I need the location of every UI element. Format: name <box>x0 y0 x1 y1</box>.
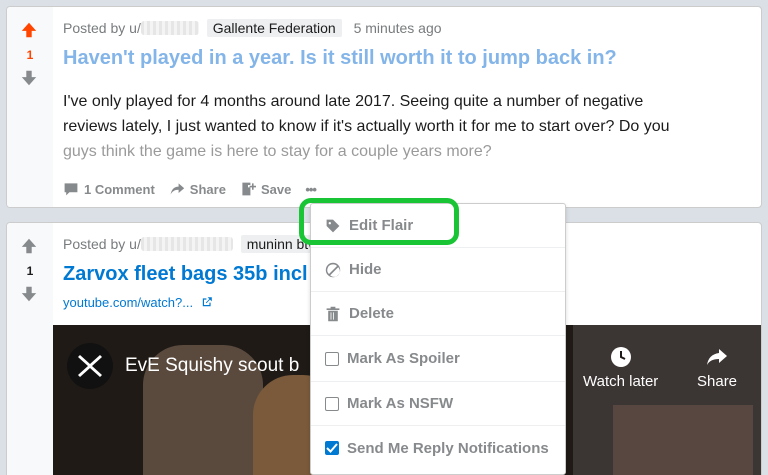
username-redacted <box>140 21 199 35</box>
post-meta: Posted by u/ Gallente Federation 5 minut… <box>63 19 442 37</box>
hide-icon <box>325 262 341 277</box>
post-time: 5 minutes ago <box>353 20 442 36</box>
highlight-box <box>299 198 459 245</box>
save-icon <box>242 182 256 196</box>
watch-later-button[interactable]: Watch later <box>583 345 658 390</box>
spoiler-checkbox[interactable] <box>325 351 339 366</box>
channel-logo[interactable] <box>67 343 113 389</box>
mark-spoiler-label: Mark As Spoiler <box>347 350 460 367</box>
share-label: Share <box>189 181 226 197</box>
comment-icon <box>64 183 78 196</box>
trash-icon <box>326 306 340 321</box>
checkmark-icon <box>326 443 338 453</box>
user-flair: Gallente Federation <box>206 19 342 37</box>
more-options-icon: ••• <box>305 181 317 197</box>
vote-column: 1 <box>7 223 53 475</box>
video-thumbnail-background <box>613 405 753 475</box>
external-link-icon <box>202 297 212 307</box>
save-label: Save <box>260 181 292 197</box>
hide-item[interactable]: Hide <box>311 248 565 292</box>
share-arrow-icon <box>707 349 728 365</box>
video-share-label: Share <box>697 373 738 390</box>
upvote-icon[interactable] <box>20 237 38 255</box>
share-button[interactable]: Share <box>169 181 226 197</box>
post-card[interactable]: 1 Posted by u/ Gallente Federation 5 min… <box>6 6 762 208</box>
mark-nsfw-label: Mark As NSFW <box>347 395 454 412</box>
hide-label: Hide <box>349 261 382 278</box>
comments-button[interactable]: 1 Comment <box>63 181 155 197</box>
delete-item[interactable]: Delete <box>311 292 565 336</box>
posted-by-label: Posted by u/ <box>63 236 141 252</box>
nsfw-checkbox[interactable] <box>325 396 339 411</box>
post-actions: 1 Comment Share Save ••• <box>63 181 317 197</box>
post-title[interactable]: Zarvox fleet bags 35b incl <box>63 263 308 286</box>
mark-spoiler-item[interactable]: Mark As Spoiler <box>311 336 565 382</box>
mark-nsfw-item[interactable]: Mark As NSFW <box>311 382 565 426</box>
body-line: I've only played for 4 months around lat… <box>63 93 644 110</box>
save-button[interactable]: Save <box>240 181 291 197</box>
comments-label: 1 Comment <box>84 181 155 197</box>
video-share-button[interactable]: Share <box>697 345 737 390</box>
downvote-icon[interactable] <box>20 285 38 303</box>
upvote-icon[interactable] <box>20 21 38 39</box>
external-link[interactable]: youtube.com/watch?... <box>63 295 213 310</box>
post-title[interactable]: Haven't played in a year. Is it still wo… <box>63 47 617 70</box>
more-options-button[interactable]: ••• <box>305 181 317 197</box>
post-meta: Posted by u/ muninn btw <box>63 235 325 253</box>
link-text: youtube.com/watch?... <box>63 295 194 310</box>
clock-icon <box>610 347 631 367</box>
username-redacted <box>140 237 233 251</box>
vote-column: 1 <box>7 7 53 207</box>
posted-by-label: Posted by u/ <box>63 20 141 36</box>
video-title[interactable]: EvE Squishy scout b <box>125 355 299 377</box>
reply-notifications-checkbox[interactable] <box>325 441 339 455</box>
x-logo-icon <box>78 355 102 377</box>
vote-score: 1 <box>26 48 34 62</box>
watch-later-label: Watch later <box>583 373 659 390</box>
body-line: reviews lately, I just wanted to know if… <box>63 118 670 135</box>
share-icon <box>170 183 184 195</box>
downvote-icon[interactable] <box>20 69 38 87</box>
delete-label: Delete <box>349 305 395 322</box>
reply-notifications-item[interactable]: Send Me Reply Notifications <box>311 426 565 470</box>
post-body: I've only played for 4 months around lat… <box>63 89 743 164</box>
vote-score: 1 <box>26 264 34 278</box>
reply-notifications-label: Send Me Reply Notifications <box>347 439 549 457</box>
body-line: guys think the game is here to stay for … <box>63 143 492 160</box>
